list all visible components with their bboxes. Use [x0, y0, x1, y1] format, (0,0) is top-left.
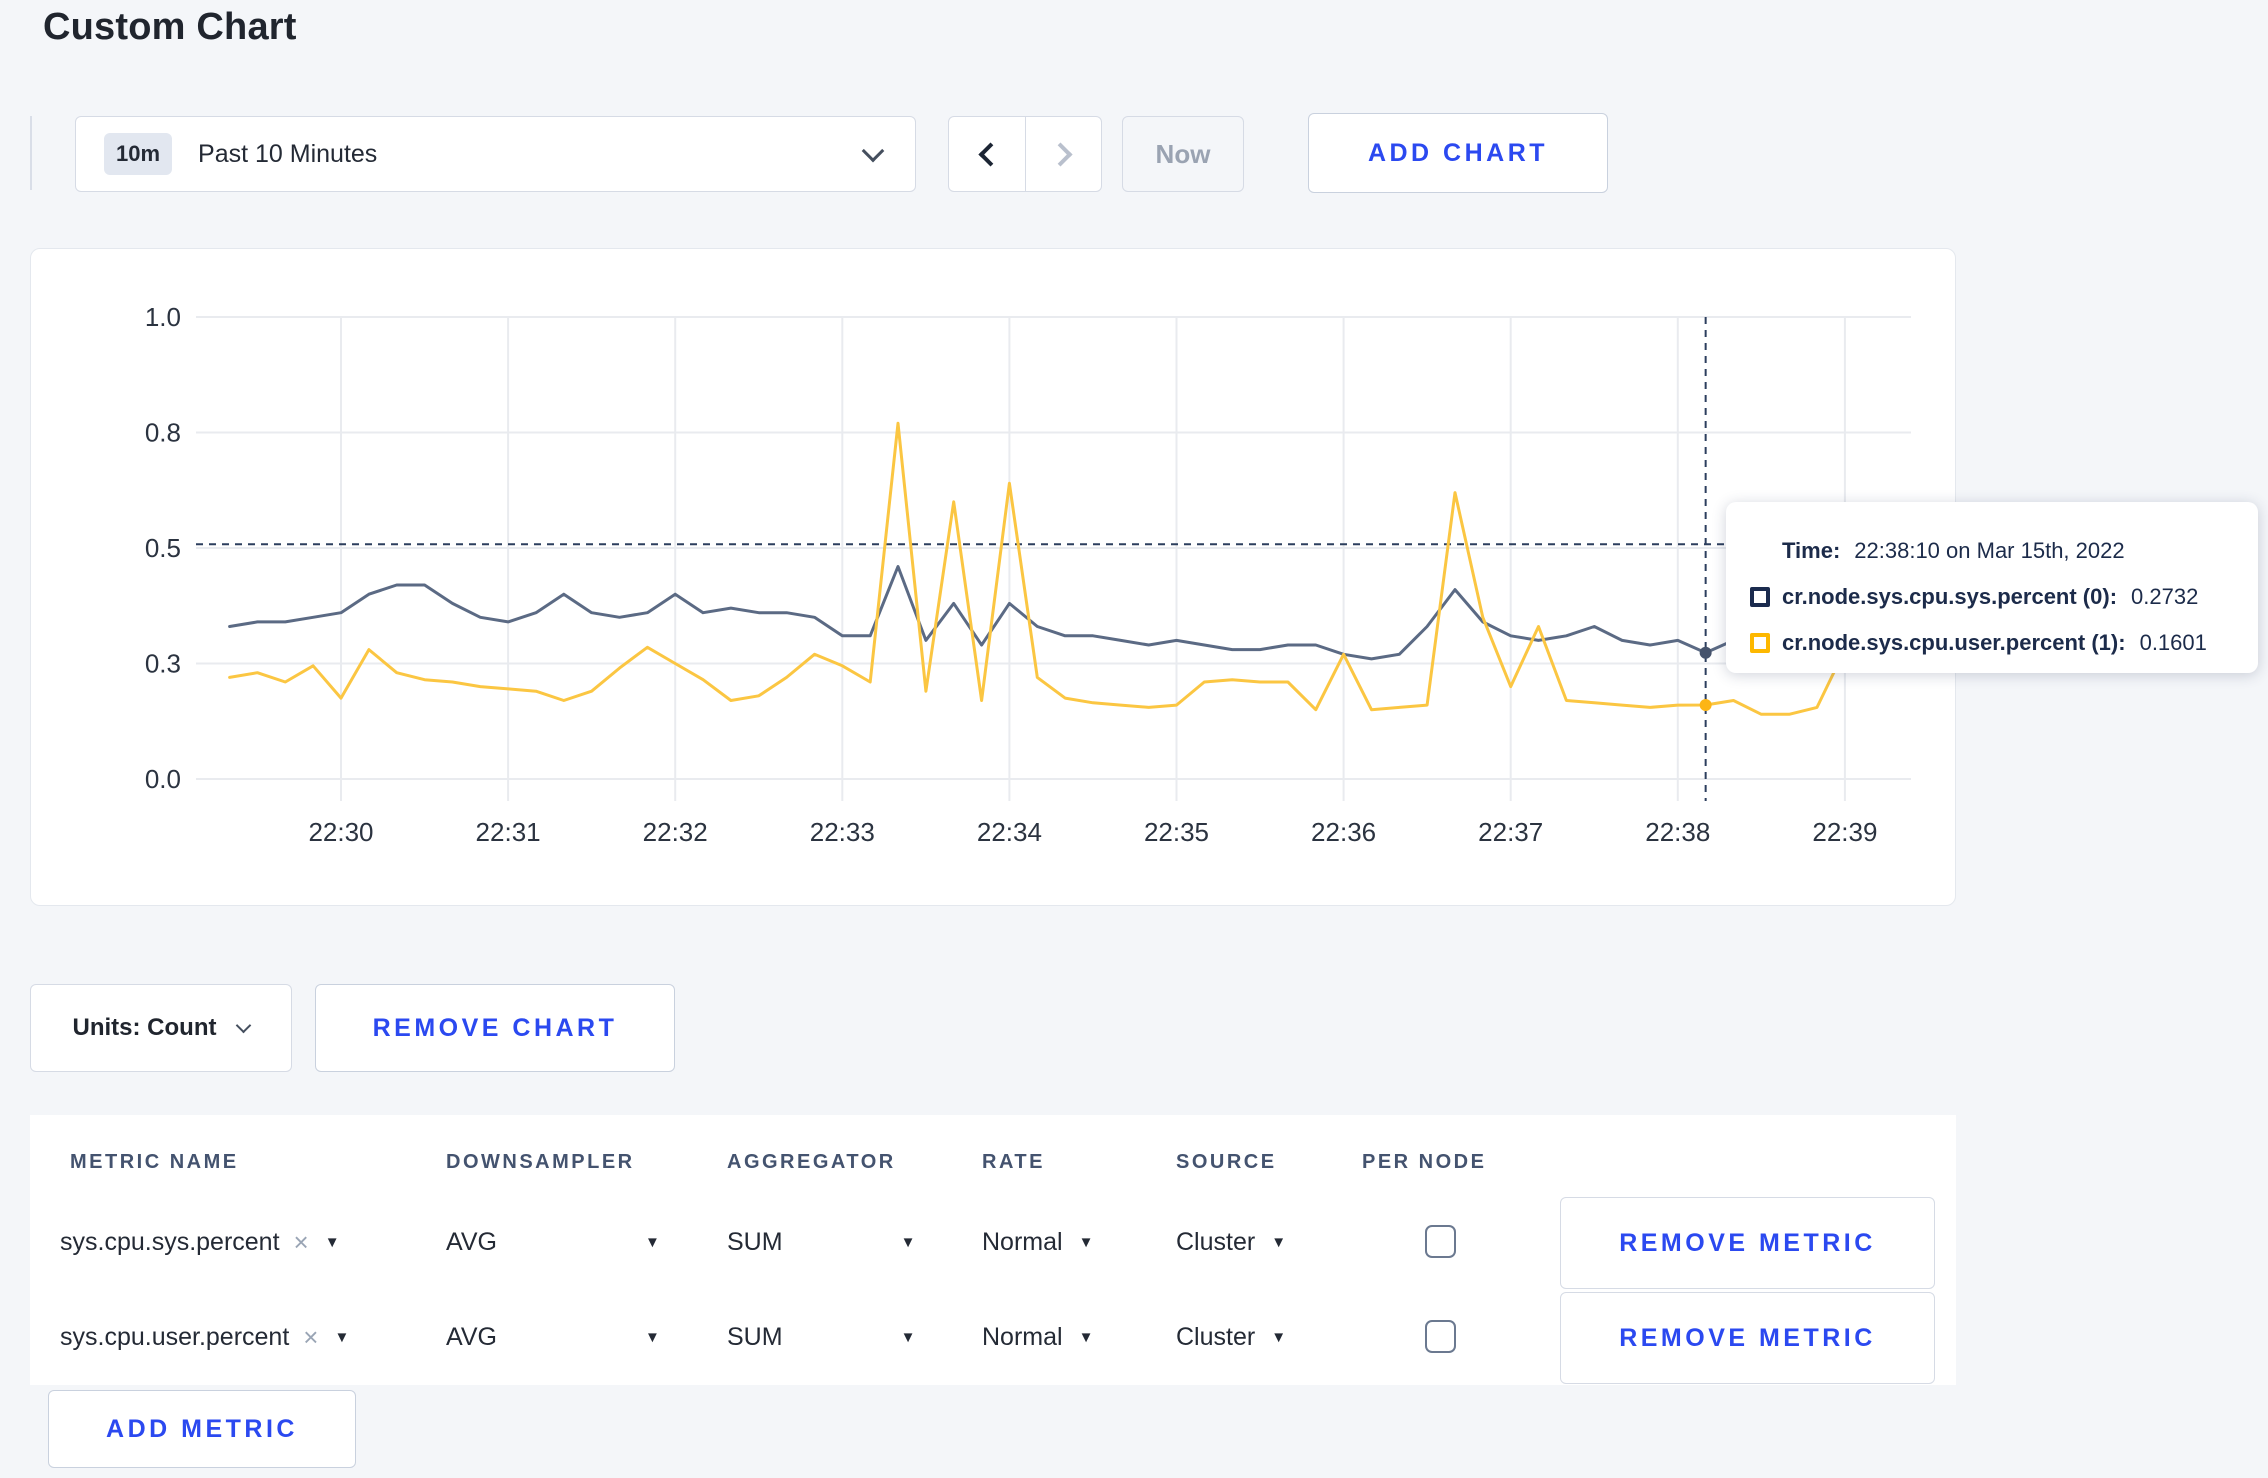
metric-row: sys.cpu.user.percent × ▼ AVG ▼ SUM ▼ Nor… [30, 1290, 1956, 1385]
time-window-dropdown[interactable]: 10m Past 10 Minutes [75, 116, 916, 192]
chevron-down-icon [861, 139, 885, 163]
series-user-legend-swatch [1750, 633, 1770, 653]
svg-text:22:34: 22:34 [977, 817, 1042, 847]
col-header-per-node: PER NODE [1362, 1151, 1487, 1173]
col-header-metric-name: METRIC NAME [70, 1151, 239, 1173]
source-value: Cluster [1176, 1228, 1256, 1256]
tooltip-time-label: Time: [1782, 538, 1841, 563]
rate-value: Normal [982, 1323, 1063, 1351]
metric-name-select[interactable]: sys.cpu.sys.percent × ▼ [60, 1195, 340, 1290]
aggregator-select[interactable]: SUM ▼ [727, 1290, 915, 1385]
svg-text:22:30: 22:30 [308, 817, 373, 847]
downsampler-select[interactable]: AVG ▼ [446, 1195, 660, 1290]
svg-text:22:33: 22:33 [810, 817, 875, 847]
caret-down-icon: ▼ [324, 1234, 340, 1251]
caret-down-icon: ▼ [334, 1329, 350, 1346]
downsampler-value: AVG [446, 1323, 497, 1351]
rate-value: Normal [982, 1228, 1063, 1256]
svg-text:22:36: 22:36 [1311, 817, 1376, 847]
caret-down-icon: ▼ [644, 1234, 660, 1251]
svg-text:22:31: 22:31 [476, 817, 541, 847]
svg-text:22:32: 22:32 [643, 817, 708, 847]
time-window-label: Past 10 Minutes [198, 139, 378, 168]
svg-text:0.8: 0.8 [145, 418, 181, 448]
chevron-left-icon [977, 141, 1003, 167]
col-header-downsampler: DOWNSAMPLER [446, 1151, 635, 1173]
chevron-right-icon [1048, 141, 1073, 167]
rate-select[interactable]: Normal ▼ [982, 1195, 1093, 1290]
svg-text:1.0: 1.0 [145, 302, 181, 332]
caret-down-icon: ▼ [900, 1234, 916, 1251]
units-label: Units: Count [72, 1014, 217, 1041]
metric-name-value: sys.cpu.user.percent [60, 1323, 290, 1351]
downsampler-select[interactable]: AVG ▼ [446, 1290, 660, 1385]
caret-down-icon: ▼ [1271, 1329, 1287, 1346]
remove-metric-button[interactable]: REMOVE METRIC [1560, 1197, 1935, 1289]
caret-down-icon: ▼ [1271, 1234, 1287, 1251]
col-header-source: SOURCE [1176, 1151, 1277, 1173]
aggregator-select[interactable]: SUM ▼ [727, 1195, 915, 1290]
chart-card: 0.0 0.3 0.5 0.8 1.0 22:30 22:31 22:32 22:33 22:34… [30, 248, 1956, 906]
svg-text:0.5: 0.5 [145, 533, 181, 563]
units-dropdown[interactable]: Units: Count [30, 984, 292, 1072]
metric-row: sys.cpu.sys.percent × ▼ AVG ▼ SUM ▼ Norm… [30, 1195, 1956, 1290]
chart-tooltip: Time: 22:38:10 on Mar 15th, 2022 cr.node… [1726, 502, 2258, 673]
remove-metric-button[interactable]: REMOVE METRIC [1560, 1292, 1935, 1384]
series-sys-legend-swatch [1750, 587, 1770, 607]
svg-text:22:35: 22:35 [1144, 817, 1209, 847]
time-window-badge: 10m [104, 133, 173, 175]
caret-down-icon: ▼ [1078, 1329, 1094, 1346]
now-button[interactable]: Now [1122, 116, 1244, 192]
rate-select[interactable]: Normal ▼ [982, 1290, 1093, 1385]
chevron-down-icon [236, 1017, 252, 1033]
source-select[interactable]: Cluster ▼ [1176, 1290, 1286, 1385]
custom-chart-page: Custom Chart 10m Past 10 Minutes Now ADD… [0, 0, 2268, 1478]
downsampler-value: AVG [446, 1228, 497, 1256]
aggregator-value: SUM [727, 1228, 783, 1256]
tooltip-series-value: 0.1601 [2139, 630, 2207, 655]
svg-text:0.0: 0.0 [145, 764, 181, 794]
svg-text:0.3: 0.3 [145, 649, 181, 679]
per-node-checkbox[interactable] [1425, 1225, 1456, 1258]
chart-plot[interactable]: 0.0 0.3 0.5 0.8 1.0 22:30 22:31 22:32 22:33 22:34… [31, 249, 1957, 907]
svg-text:22:38: 22:38 [1645, 817, 1710, 847]
svg-text:22:37: 22:37 [1478, 817, 1543, 847]
metric-name-select[interactable]: sys.cpu.user.percent × ▼ [60, 1290, 349, 1385]
col-header-rate: RATE [982, 1151, 1045, 1173]
per-node-checkbox[interactable] [1425, 1320, 1456, 1353]
add-chart-button[interactable]: ADD CHART [1308, 113, 1608, 193]
metrics-table: METRIC NAME DOWNSAMPLER AGGREGATOR RATE … [30, 1115, 1956, 1385]
next-timeframe-button[interactable] [1025, 117, 1101, 191]
tooltip-series-name: cr.node.sys.cpu.sys.percent (0): [1782, 584, 2118, 609]
metric-name-value: sys.cpu.sys.percent [60, 1228, 280, 1256]
caret-down-icon: ▼ [644, 1329, 660, 1346]
add-metric-button[interactable]: ADD METRIC [48, 1390, 356, 1468]
col-header-aggregator: AGGREGATOR [727, 1151, 896, 1173]
aggregator-value: SUM [727, 1323, 783, 1351]
tooltip-series-value: 0.2732 [2131, 584, 2199, 609]
clear-metric-icon[interactable]: × [294, 1227, 309, 1258]
metrics-table-header: METRIC NAME DOWNSAMPLER AGGREGATOR RATE … [30, 1115, 1956, 1195]
remove-chart-button[interactable]: REMOVE CHART [315, 984, 675, 1072]
svg-text:22:39: 22:39 [1812, 817, 1877, 847]
page-title: Custom Chart [43, 6, 297, 48]
tooltip-time-value: 22:38:10 on Mar 15th, 2022 [1854, 538, 2125, 563]
source-select[interactable]: Cluster ▼ [1176, 1195, 1286, 1290]
time-nav-group [948, 116, 1102, 192]
caret-down-icon: ▼ [900, 1329, 916, 1346]
source-value: Cluster [1176, 1323, 1256, 1351]
prev-timeframe-button[interactable] [949, 117, 1025, 191]
clear-metric-icon[interactable]: × [303, 1322, 318, 1353]
tooltip-series-name: cr.node.sys.cpu.user.percent (1): [1782, 630, 2126, 655]
toolbar-divider [30, 116, 32, 190]
caret-down-icon: ▼ [1078, 1234, 1094, 1251]
